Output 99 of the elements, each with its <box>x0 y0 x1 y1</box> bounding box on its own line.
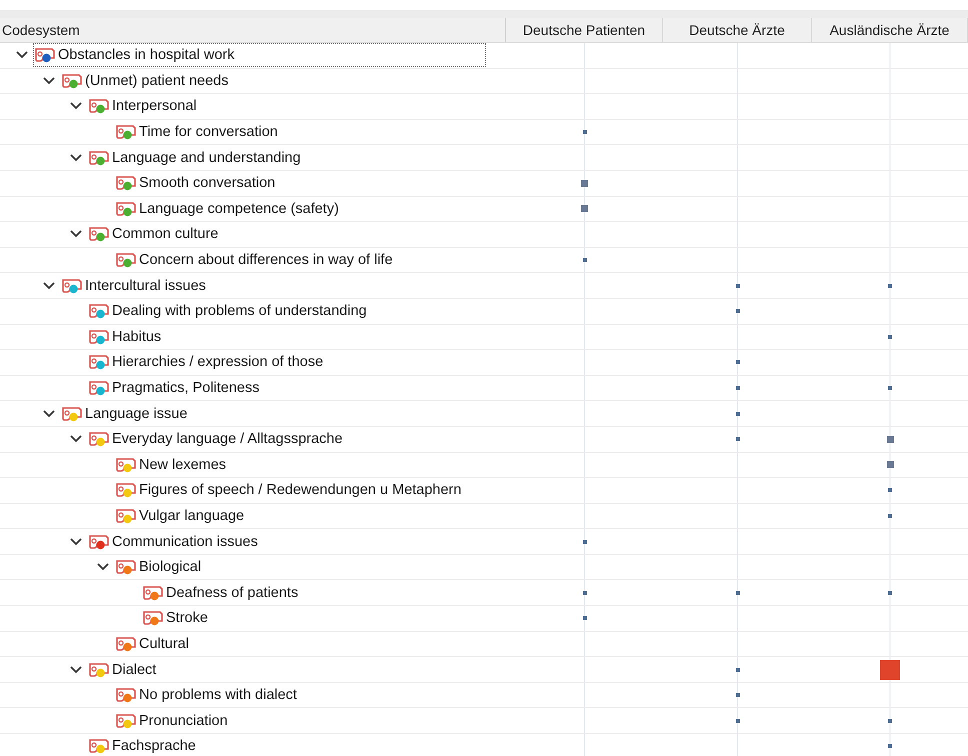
code-item[interactable]: Language competence (safety) <box>115 198 343 220</box>
code-item[interactable]: Cultural <box>115 632 193 655</box>
frequency-marker <box>888 284 892 288</box>
frequency-marker <box>886 436 894 443</box>
code-tag-icon <box>88 98 110 114</box>
code-tag-icon <box>88 226 110 242</box>
frequency-marker <box>880 660 900 680</box>
code-tag-icon <box>115 559 137 576</box>
code-tag-icon <box>34 47 56 64</box>
code-item[interactable]: No problems with dialect <box>115 684 301 706</box>
frequency-marker <box>736 309 740 314</box>
frequency-marker <box>582 590 586 595</box>
code-item[interactable]: Dealing with problems of understanding <box>88 300 371 322</box>
code-tag-icon <box>142 584 164 601</box>
code-item[interactable]: Dialect <box>88 658 160 681</box>
code-item[interactable]: Communication issues <box>88 530 262 553</box>
frequency-marker <box>582 130 586 134</box>
code-item[interactable]: Everyday language / Alltagssprache <box>88 428 347 450</box>
frequency-marker <box>582 258 586 262</box>
code-item[interactable]: Obstancles in hospital work <box>34 44 484 66</box>
frequency-marker <box>888 386 892 390</box>
code-tag-icon <box>88 534 110 550</box>
frequency-marker <box>736 386 740 390</box>
code-item[interactable]: Smooth conversation <box>115 172 280 194</box>
code-item[interactable]: Fachsprache <box>88 735 200 756</box>
chevron-icon[interactable] <box>70 154 82 162</box>
code-tag-icon <box>61 278 83 294</box>
code-item[interactable]: Concern about differences in way of life <box>115 249 397 272</box>
code-item[interactable]: Figures of speech / Redewendungen u Metaphern <box>115 479 466 502</box>
chevron-icon[interactable] <box>70 230 82 238</box>
code-item[interactable]: Hierarchies / expression of those <box>88 351 328 374</box>
code-tag-icon <box>115 200 137 217</box>
code-tag-icon <box>115 636 137 652</box>
code-tag-icon <box>88 738 110 754</box>
code-tag-icon <box>88 328 110 345</box>
code-tag-icon <box>88 354 110 370</box>
chevron-icon[interactable] <box>70 435 82 444</box>
column-header[interactable]: Codesystem <box>0 18 506 42</box>
column-header[interactable]: Deutsche Patienten <box>506 18 663 42</box>
chevron-icon[interactable] <box>16 51 28 60</box>
code-item[interactable]: Interpersonal <box>88 95 201 118</box>
code-item[interactable]: New lexemes <box>115 454 230 476</box>
code-tag-icon <box>88 303 110 320</box>
code-tag-icon <box>115 175 137 192</box>
frequency-marker <box>582 616 586 620</box>
code-item[interactable]: Deafness of patients <box>142 582 302 604</box>
code-item[interactable]: Language issue <box>61 402 192 425</box>
frequency-marker <box>736 693 740 698</box>
code-tag-icon <box>115 687 137 704</box>
frequency-marker <box>736 668 740 672</box>
frequency-marker <box>888 514 892 518</box>
column-header[interactable]: Ausländische Ärzte <box>812 18 968 42</box>
chevron-icon[interactable] <box>43 282 55 290</box>
code-tag-icon <box>115 508 137 524</box>
code-tag-icon <box>115 456 137 473</box>
code-item[interactable]: (Unmet) patient needs <box>61 70 232 92</box>
frequency-marker <box>888 334 892 339</box>
code-tag-icon <box>115 482 137 498</box>
code-tag-icon <box>88 380 110 396</box>
code-tag-icon <box>88 662 110 678</box>
chevron-icon[interactable] <box>70 666 82 674</box>
frequency-marker <box>736 590 740 595</box>
frequency-marker <box>888 590 892 595</box>
code-tag-icon <box>61 406 83 422</box>
chevron-icon[interactable] <box>70 102 82 110</box>
code-item[interactable]: Vulgar language <box>115 504 248 527</box>
code-tag-icon <box>115 124 137 140</box>
code-tag-icon <box>115 712 137 729</box>
code-tag-icon <box>88 150 110 166</box>
code-item[interactable]: Biological <box>115 556 206 578</box>
code-item[interactable]: Pronunciation <box>115 710 232 732</box>
frequency-marker <box>581 180 588 187</box>
frequency-marker <box>888 718 892 723</box>
frequency-marker <box>736 437 740 442</box>
chevron-icon[interactable] <box>43 410 55 418</box>
code-item[interactable]: Intercultural issues <box>61 274 210 297</box>
column-header[interactable]: Deutsche Ärzte <box>663 18 812 42</box>
frequency-marker <box>736 360 740 364</box>
code-tag-icon <box>88 431 110 448</box>
frequency-marker <box>888 488 892 492</box>
code-item[interactable]: Language and understanding <box>88 146 305 169</box>
chevron-icon[interactable] <box>70 538 82 546</box>
frequency-marker <box>736 718 740 723</box>
frequency-marker <box>581 205 588 212</box>
frequency-marker <box>886 461 894 468</box>
chevron-icon[interactable] <box>97 563 109 572</box>
chevron-icon[interactable] <box>43 76 55 85</box>
code-tag-icon <box>115 252 137 268</box>
frequency-marker <box>888 744 892 748</box>
code-item[interactable]: Pragmatics, Politeness <box>88 377 264 400</box>
frequency-marker <box>582 540 586 544</box>
code-tag-icon <box>142 610 164 626</box>
code-item[interactable]: Time for conversation <box>115 121 282 144</box>
frequency-marker <box>736 412 740 416</box>
code-item[interactable]: Habitus <box>88 326 166 348</box>
code-tag-icon <box>61 72 83 89</box>
code-item[interactable]: Common culture <box>88 223 222 246</box>
code-item[interactable]: Stroke <box>142 607 212 630</box>
frequency-marker <box>736 284 740 288</box>
